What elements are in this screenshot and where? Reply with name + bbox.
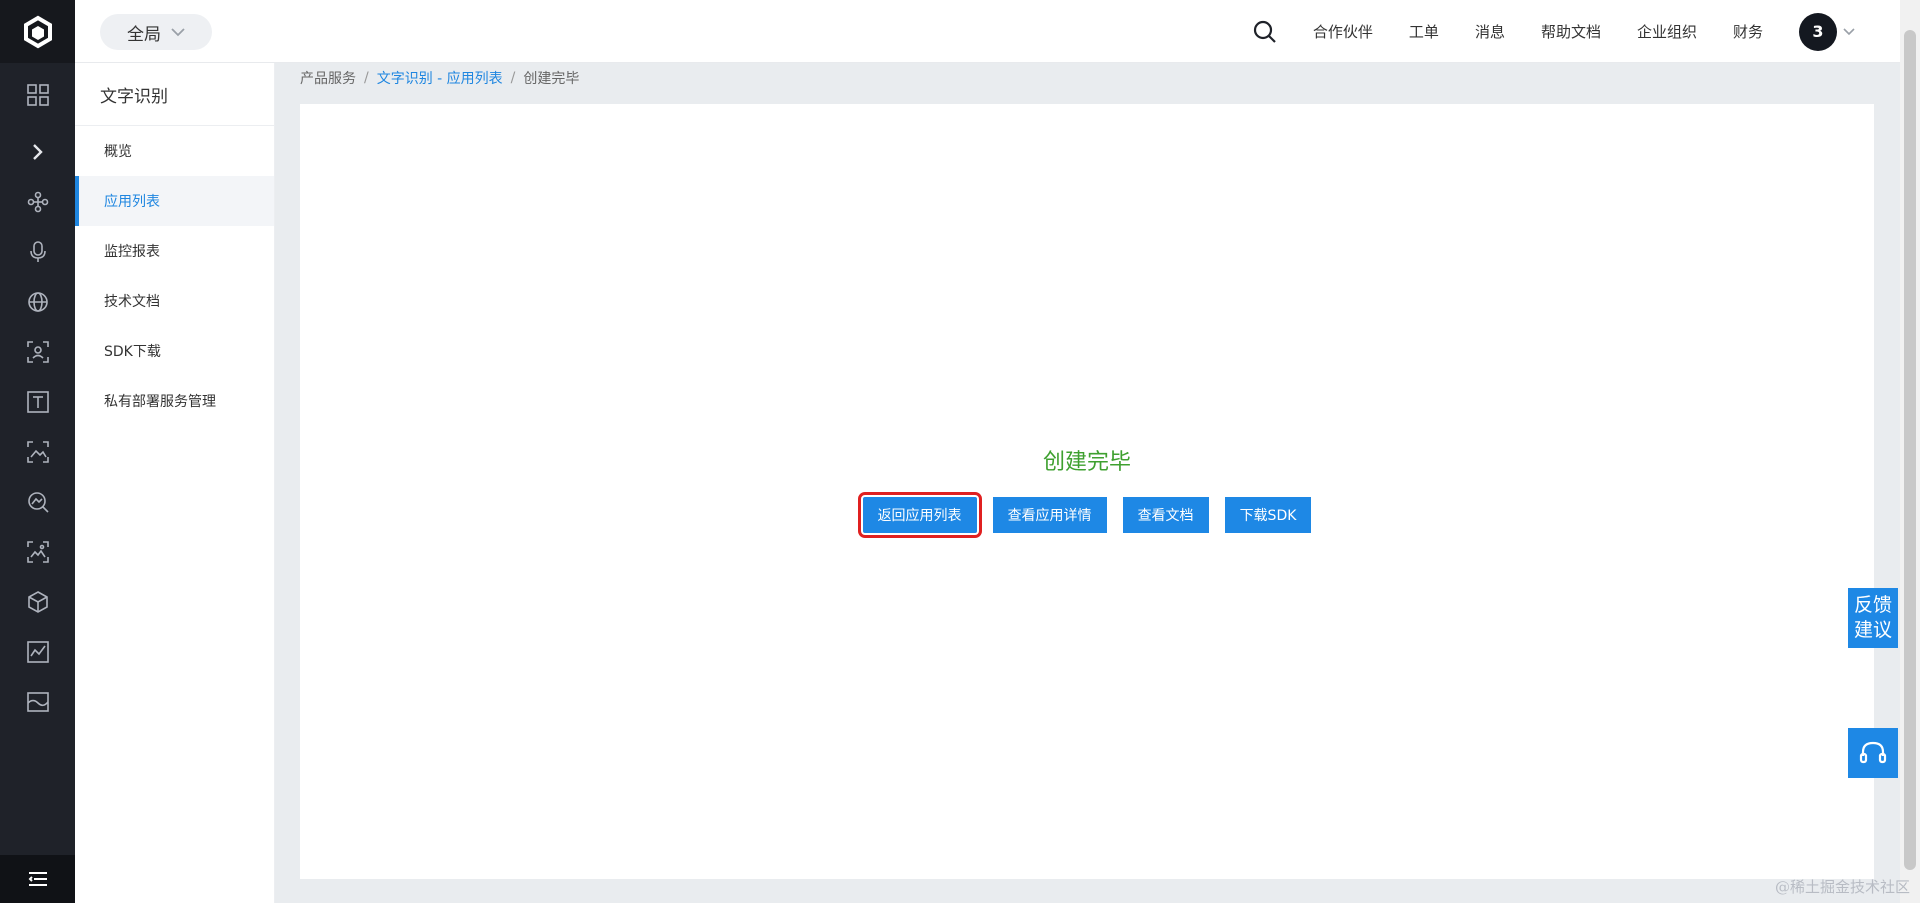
page-scrollbar[interactable] bbox=[1900, 0, 1920, 903]
view-app-details-button[interactable]: 查看应用详情 bbox=[992, 497, 1107, 533]
avatar[interactable]: 3 bbox=[1799, 12, 1837, 51]
expand-chevron-icon[interactable] bbox=[0, 127, 75, 177]
download-sdk-button[interactable]: 下载SDK bbox=[1224, 497, 1312, 533]
breadcrumb: 产品服务 / 文字识别 - 应用列表 / 创建完毕 bbox=[300, 63, 579, 93]
scrollbar-thumb[interactable] bbox=[1904, 30, 1916, 870]
text-recognition-icon[interactable] bbox=[0, 377, 75, 427]
sidebar-item-overview[interactable]: 概览 bbox=[75, 126, 274, 176]
sidebar-item-label: 技术文档 bbox=[104, 294, 160, 310]
image-search-icon[interactable] bbox=[0, 477, 75, 527]
status-title: 创建完毕 bbox=[1042, 450, 1131, 475]
chevron-down-icon[interactable] bbox=[1843, 27, 1855, 36]
sidebar-item-sdk-download[interactable]: SDK下载 bbox=[75, 326, 274, 376]
nav-organization[interactable]: 企业组织 bbox=[1637, 21, 1697, 42]
sidebar-item-tech-docs[interactable]: 技术文档 bbox=[75, 276, 274, 326]
breadcrumb-separator: / bbox=[510, 70, 516, 86]
left-rail bbox=[0, 0, 75, 903]
globe-icon[interactable] bbox=[0, 277, 75, 327]
sidebar-item-monitoring[interactable]: 监控报表 bbox=[75, 226, 274, 276]
scope-label: 全局 bbox=[127, 24, 161, 45]
menu-collapse-icon[interactable] bbox=[0, 855, 75, 903]
chevron-down-icon bbox=[171, 27, 185, 36]
breadcrumb-link-app-list[interactable]: 文字识别 - 应用列表 bbox=[377, 68, 503, 88]
breadcrumb-root: 产品服务 bbox=[300, 71, 356, 87]
feedback-label-line1: 反馈 bbox=[1853, 594, 1892, 616]
sidebar-item-label: 概览 bbox=[104, 144, 132, 160]
logo-icon[interactable] bbox=[0, 0, 75, 63]
search-icon[interactable] bbox=[1253, 20, 1277, 44]
sidebar-item-app-list[interactable]: 应用列表 bbox=[75, 176, 274, 226]
scope-selector[interactable]: 全局 bbox=[100, 14, 212, 50]
chart-image-icon[interactable] bbox=[0, 627, 75, 677]
nav-messages[interactable]: 消息 bbox=[1475, 21, 1505, 42]
dashboard-grid-icon[interactable] bbox=[0, 70, 75, 120]
sidebar-item-label: 应用列表 bbox=[104, 194, 160, 210]
sidebar-item-label: SDK下载 bbox=[104, 344, 161, 360]
breadcrumb-separator: / bbox=[364, 70, 369, 86]
feedback-button[interactable]: 反馈 建议 bbox=[1848, 588, 1898, 648]
sidebar-item-label: 监控报表 bbox=[104, 244, 160, 260]
watermark: @稀土掘金技术社区 bbox=[1774, 878, 1910, 896]
sidebar-item-label: 私有部署服务管理 bbox=[104, 394, 216, 410]
nav-help-docs[interactable]: 帮助文档 bbox=[1541, 21, 1601, 42]
sidebar-title: 文字识别 bbox=[75, 63, 274, 126]
result-panel: 创建完毕 返回应用列表 查看应用详情 查看文档 下载SDK bbox=[300, 104, 1874, 879]
sidebar-item-private-deploy[interactable]: 私有部署服务管理 bbox=[75, 376, 274, 426]
main-content: 产品服务 / 文字识别 - 应用列表 / 创建完毕 创建完毕 返回应用列表 查看… bbox=[275, 63, 1900, 903]
action-buttons: 返回应用列表 查看应用详情 查看文档 下载SDK bbox=[300, 492, 1874, 538]
breadcrumb-current: 创建完毕 bbox=[523, 71, 580, 87]
feedback-label-line2: 建议 bbox=[1853, 619, 1892, 641]
landscape-image-icon[interactable] bbox=[0, 677, 75, 727]
face-scan-icon[interactable] bbox=[0, 327, 75, 377]
view-docs-button[interactable]: 查看文档 bbox=[1122, 497, 1209, 533]
microphone-icon[interactable] bbox=[0, 227, 75, 277]
image-scan-icon[interactable] bbox=[0, 427, 75, 477]
image-recognition-icon[interactable] bbox=[0, 527, 75, 577]
product-sidebar: 文字识别 概览 应用列表 监控报表 技术文档 SDK下载 私有部署服务管理 bbox=[75, 63, 275, 903]
nav-finance[interactable]: 财务 bbox=[1733, 21, 1763, 42]
cube-icon[interactable] bbox=[0, 577, 75, 627]
nav-partners[interactable]: 合作伙伴 bbox=[1313, 21, 1373, 42]
network-nodes-icon[interactable] bbox=[0, 177, 75, 227]
top-navigation: 合作伙伴 工单 消息 帮助文档 企业组织 财务 3 bbox=[1253, 0, 1855, 63]
headset-icon[interactable] bbox=[1848, 728, 1898, 778]
nav-tickets[interactable]: 工单 bbox=[1409, 21, 1439, 42]
top-bar: 全局 合作伙伴 工单 消息 帮助文档 企业组织 财务 3 bbox=[75, 0, 1900, 63]
back-to-list-button[interactable]: 返回应用列表 bbox=[857, 492, 982, 538]
